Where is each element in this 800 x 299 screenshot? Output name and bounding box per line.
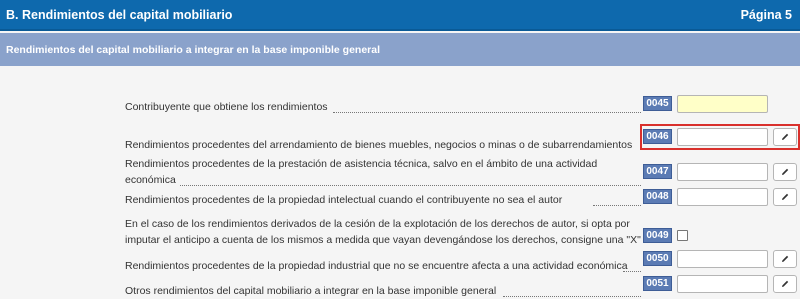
leader-line [180, 185, 641, 186]
box-code: 0051 [643, 276, 672, 291]
row-label-line2: económica [125, 174, 176, 186]
subsection-title: Rendimientos del capital mobiliario a in… [6, 43, 381, 56]
row-label: Rendimientos procedentes del arrendamien… [125, 139, 633, 151]
row-label: Rendimientos procedentes de la propiedad… [125, 194, 563, 206]
row-label-line1: En el caso de los rendimientos derivados… [125, 218, 630, 230]
box-code: 0045 [643, 96, 672, 111]
pencil-icon [782, 193, 789, 200]
pencil-icon [782, 168, 789, 175]
row-label: Contribuyente que obtiene los rendimient… [125, 101, 328, 113]
leader-line [333, 112, 641, 113]
field-0048-edit-button[interactable] [773, 188, 797, 206]
box-code: 0047 [643, 164, 672, 179]
box-code: 0050 [643, 251, 672, 266]
subsection-header: Rendimientos del capital mobiliario a in… [0, 33, 800, 66]
pencil-icon [782, 280, 789, 287]
field-0047-edit-button[interactable] [773, 163, 797, 181]
section-header: B. Rendimientos del capital mobiliario P… [0, 0, 800, 31]
field-0050-edit-button[interactable] [773, 250, 797, 268]
field-0048-input[interactable] [677, 188, 768, 206]
selection-highlight [640, 124, 800, 150]
row-label: Rendimientos procedentes de la propiedad… [125, 260, 628, 272]
box-code: 0049 [643, 228, 672, 243]
pencil-icon [782, 255, 789, 262]
field-0049-checkbox[interactable] [677, 230, 688, 241]
box-code: 0048 [643, 189, 672, 204]
row-label: Otros rendimientos del capital mobiliari… [125, 285, 497, 297]
field-0050-input[interactable] [677, 250, 768, 268]
row-label-line1: Rendimientos procedentes de la prestació… [125, 158, 598, 170]
leader-line [503, 296, 641, 297]
row-label-line2: imputar el anticipo a cuenta de los mism… [125, 234, 641, 246]
leader-line [593, 205, 641, 206]
leader-line [623, 271, 641, 272]
section-title: B. Rendimientos del capital mobiliario [6, 7, 233, 22]
field-0045-input[interactable] [677, 95, 768, 113]
field-0051-edit-button[interactable] [773, 275, 797, 293]
field-0047-input[interactable] [677, 163, 768, 181]
field-0051-input[interactable] [677, 275, 768, 293]
page-label: Página 5 [740, 7, 792, 22]
